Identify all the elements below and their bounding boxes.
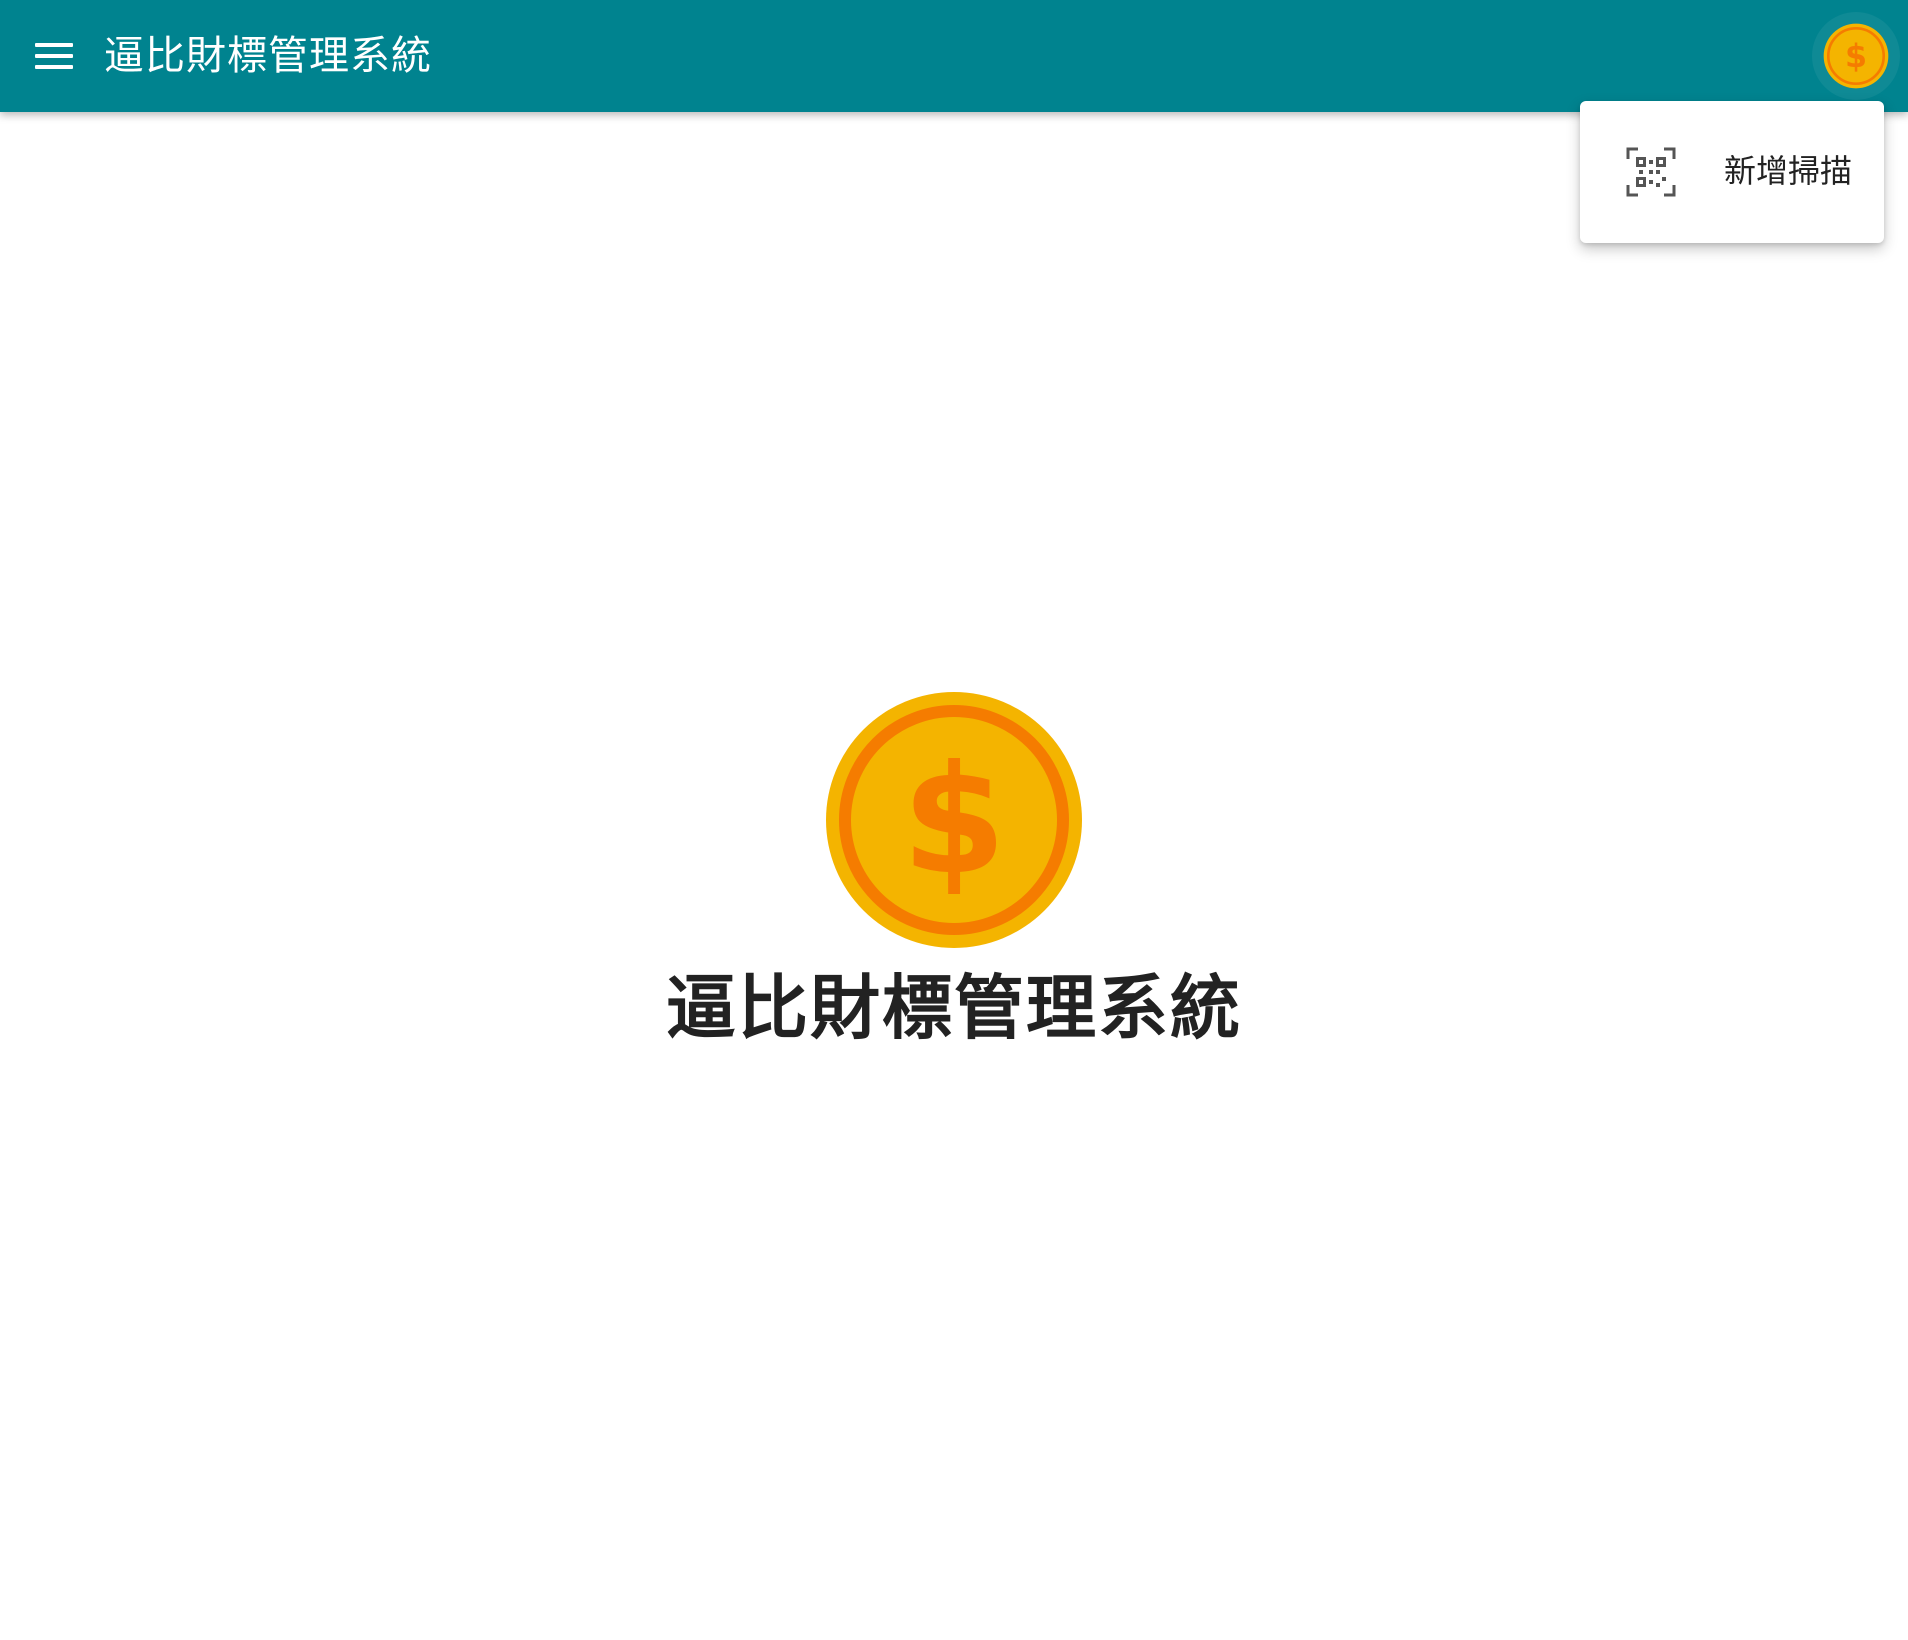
hero-section: $ 逼比財標管理系統 [0, 692, 1908, 1052]
hero-title: 逼比財標管理系統 [666, 967, 1242, 1049]
menu-button[interactable] [26, 28, 82, 84]
coin-dollar-icon: $ [826, 692, 1082, 948]
coin-symbol: $ [1845, 39, 1867, 75]
menu-item-new-scan[interactable]: 新增掃描 [1580, 101, 1884, 243]
coin-symbol: $ [902, 734, 1006, 908]
app-bar: 逼比財標管理系統 $ [0, 0, 1908, 112]
app-title: 逼比財標管理系統 [104, 33, 432, 79]
menu-item-label: 新增掃描 [1724, 152, 1853, 190]
menu-icon-bar [35, 54, 73, 58]
popup-menu: 新增掃描 [1580, 101, 1884, 243]
qr-code-scan-icon [1626, 147, 1676, 197]
menu-icon-bar [35, 65, 73, 69]
account-avatar-button[interactable]: $ [1812, 12, 1900, 100]
menu-icon-bar [35, 43, 73, 47]
coin-dollar-icon: $ [1823, 23, 1889, 89]
